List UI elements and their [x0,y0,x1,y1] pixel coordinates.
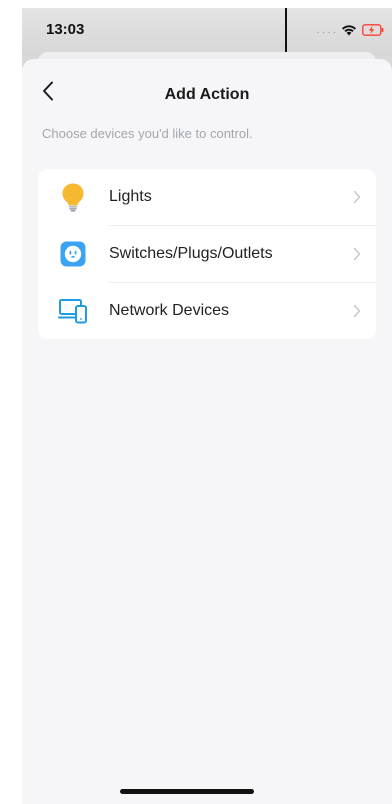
network-devices-icon [58,296,88,326]
device-category-list: Lights Switches/Plugs/Outlets Network De… [38,169,376,339]
signal-dots-icon: · · · · [316,27,337,37]
chevron-right-icon [352,190,362,204]
page-title: Add Action [164,86,250,103]
home-indicator[interactable] [120,789,254,794]
device-row-label: Switches/Plugs/Outlets [109,245,273,262]
battery-charging-icon [362,23,384,41]
chevron-right-icon [352,247,362,261]
status-time: 13:03 [46,21,85,38]
status-icons: · · · · [317,23,385,41]
status-divider [285,8,287,52]
add-action-sheet: Add Action Choose devices you'd like to … [22,59,392,804]
device-row-label: Lights [109,188,152,205]
phone-screen: 13:03 · · · · Add Action Choose devices … [22,8,392,804]
smart-plug-icon [58,239,88,269]
subtitle-text: Choose devices you'd like to control. [42,126,253,141]
status-bar: 13:03 · · · · [22,8,392,56]
device-row-switches-plugs-outlets[interactable]: Switches/Plugs/Outlets [38,226,376,282]
chevron-right-icon [352,304,362,318]
lightbulb-icon [58,182,88,212]
device-row-label: Network Devices [109,302,230,319]
device-row-network-devices[interactable]: Network Devices [38,283,376,339]
wifi-icon [341,23,357,41]
device-row-lights[interactable]: Lights [38,169,376,225]
